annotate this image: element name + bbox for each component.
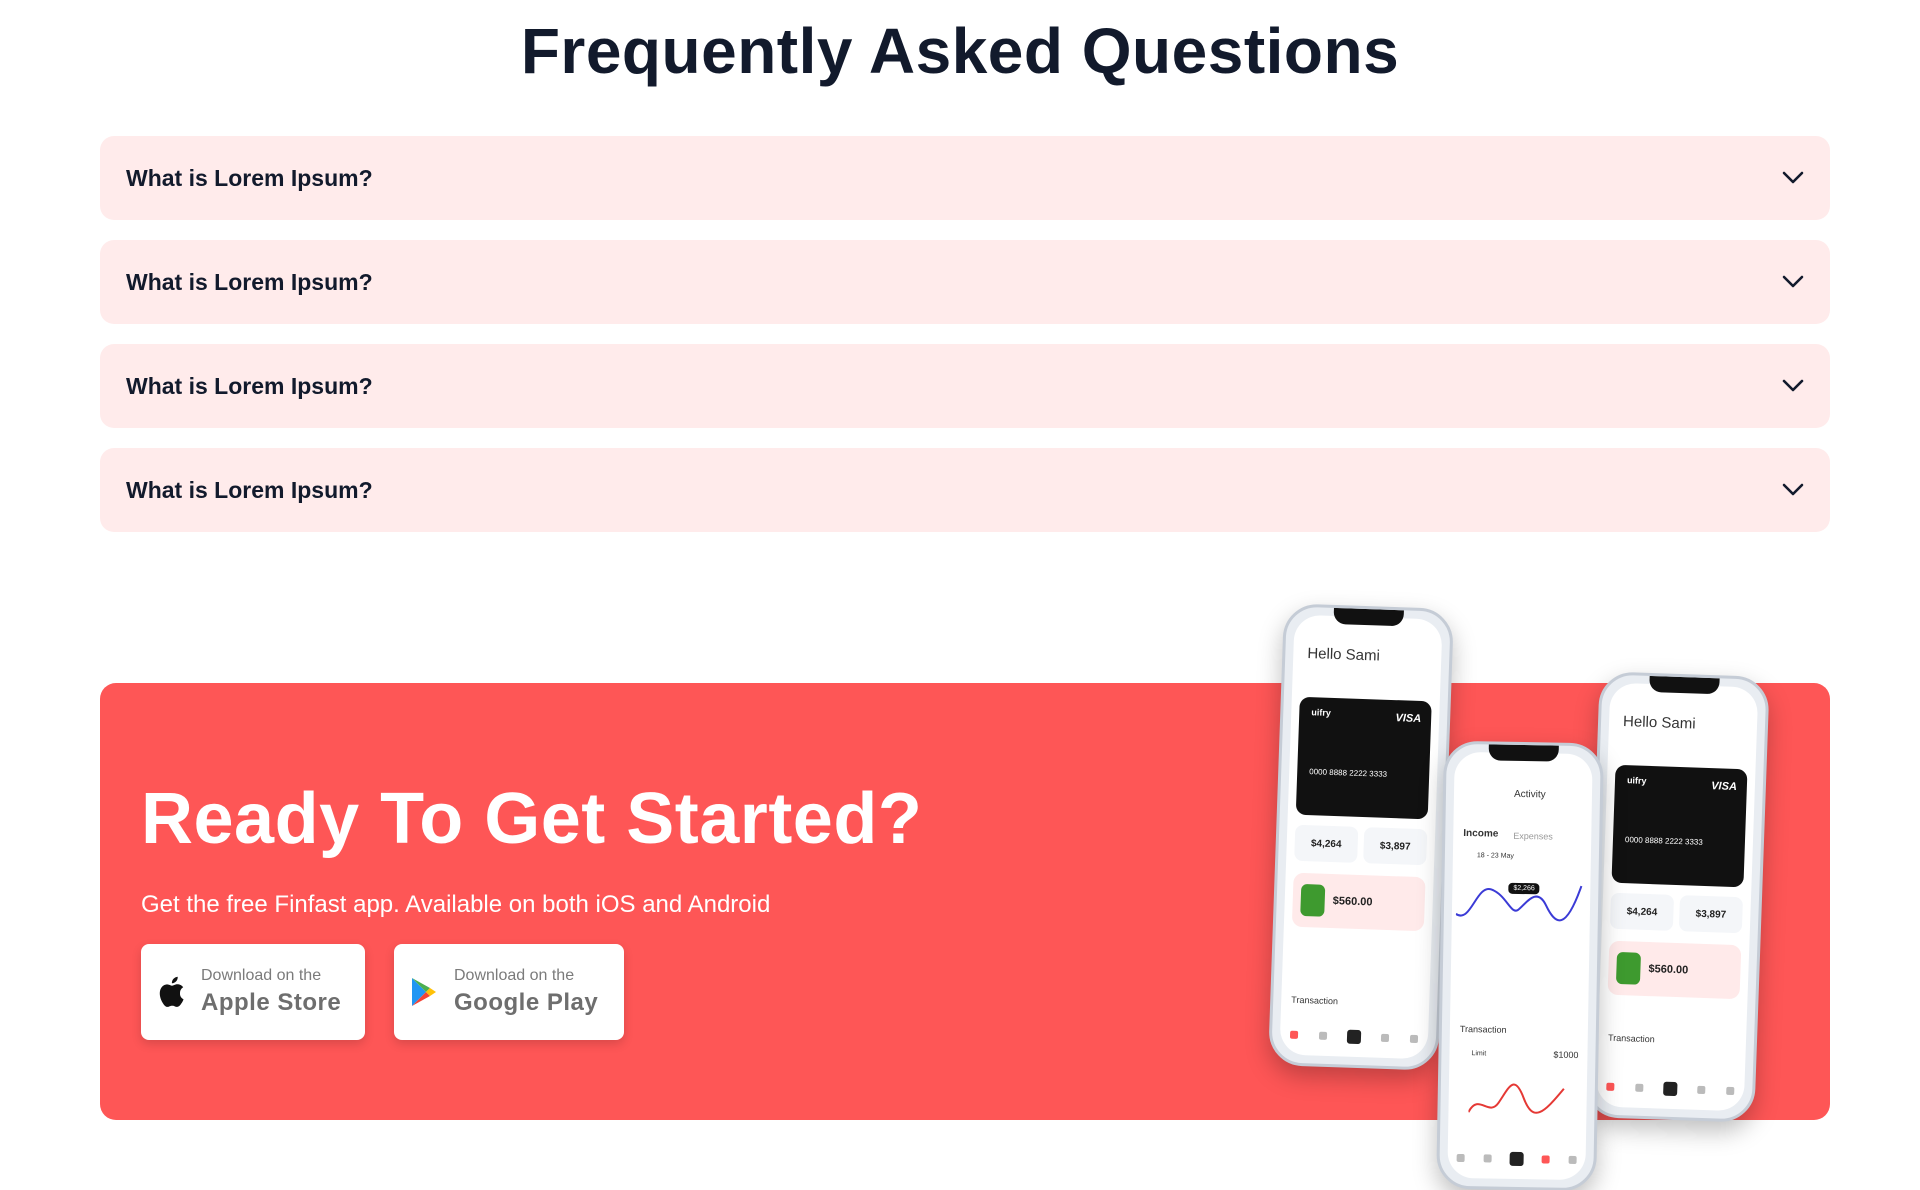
transaction-avatar <box>1300 883 1326 917</box>
phone-mockup-center: Activity Income Expenses 18 - 23 May $2,… <box>1436 740 1604 1190</box>
apple-store-button[interactable]: Download on the Apple Store <box>141 944 365 1040</box>
phone-nav <box>1280 1022 1429 1051</box>
chevron-down-icon[interactable] <box>1780 373 1806 399</box>
phone-greeting: Hello Sami <box>1307 645 1381 665</box>
card-brand: uifry <box>1311 707 1332 718</box>
faq-item[interactable]: What is Lorem Ipsum? <box>100 240 1830 324</box>
expense-chart <box>1468 1083 1565 1114</box>
apple-store-label: Apple Store <box>201 989 342 1016</box>
transaction-label: Transaction <box>1607 1032 1655 1045</box>
income-stat: $3,897 <box>1363 827 1428 866</box>
expenses-tab: Expenses <box>1513 830 1553 842</box>
cta-title: Ready To Get Started? <box>141 779 923 859</box>
date-range: 18 - 23 May <box>1476 852 1514 860</box>
transaction-label: Transaction <box>1291 994 1339 1007</box>
income-tab: Income <box>1463 827 1499 840</box>
phone-card: uifry VISA 0000 8888 2222 3333 <box>1611 764 1748 888</box>
apple-store-small-label: Download on the <box>201 967 322 984</box>
chevron-down-icon[interactable] <box>1780 165 1806 191</box>
faq-question: What is Lorem Ipsum? <box>126 268 373 295</box>
faq-question: What is Lorem Ipsum? <box>126 372 373 399</box>
transaction-amount: $560.00 <box>1332 895 1373 909</box>
limit-label: Limit <box>1471 1050 1487 1058</box>
chart-tag: $2,266 <box>1508 882 1540 895</box>
phone-nav <box>1596 1074 1745 1103</box>
expense-stat: $4,264 <box>1609 892 1675 931</box>
faq-title: Frequently Asked Questions <box>520 15 1400 87</box>
google-play-button[interactable]: Download on the Google Play <box>394 944 624 1040</box>
income-chart <box>1455 885 1583 922</box>
phone-nav <box>1447 1146 1585 1172</box>
expense-stat: $4,264 <box>1294 824 1359 863</box>
income-stat: $3,897 <box>1678 895 1744 934</box>
chevron-down-icon[interactable] <box>1780 269 1806 295</box>
chevron-down-icon[interactable] <box>1780 477 1806 503</box>
google-play-icon <box>394 977 454 1007</box>
faq-question: What is Lorem Ipsum? <box>126 164 373 191</box>
phone-mockup-left: Hello Sami uifry VISA 0000 8888 2222 333… <box>1267 603 1455 1071</box>
transaction-amount: $560.00 <box>1648 963 1689 977</box>
faq-item[interactable]: What is Lorem Ipsum? <box>100 136 1830 220</box>
transaction-avatar <box>1615 951 1642 985</box>
faq-list: What is Lorem Ipsum? What is Lorem Ipsum… <box>100 136 1830 552</box>
google-play-label: Google Play <box>454 989 599 1016</box>
phone-card: uifry VISA 0000 8888 2222 3333 <box>1295 696 1432 820</box>
transaction-label: Transaction <box>1459 1023 1507 1035</box>
faq-item[interactable]: What is Lorem Ipsum? <box>100 344 1830 428</box>
card-network: VISA <box>1710 780 1738 794</box>
phone-mockup-right: Hello Sami uifry VISA 0000 8888 2222 333… <box>1584 671 1770 1123</box>
activity-title: Activity <box>1513 788 1546 801</box>
cta-subtitle: Get the free Finfast app. Available on b… <box>141 891 771 918</box>
card-number: 0000 8888 2222 3333 <box>1309 767 1388 779</box>
limit-value: $1000 <box>1553 1049 1579 1061</box>
google-play-small-label: Download on the <box>454 967 575 984</box>
faq-question: What is Lorem Ipsum? <box>126 476 373 503</box>
faq-item[interactable]: What is Lorem Ipsum? <box>100 448 1830 532</box>
apple-icon <box>141 976 201 1008</box>
card-brand: uifry <box>1626 775 1647 786</box>
card-network: VISA <box>1395 712 1422 726</box>
card-number: 0000 8888 2222 3333 <box>1624 835 1703 847</box>
phone-greeting: Hello Sami <box>1622 713 1696 733</box>
